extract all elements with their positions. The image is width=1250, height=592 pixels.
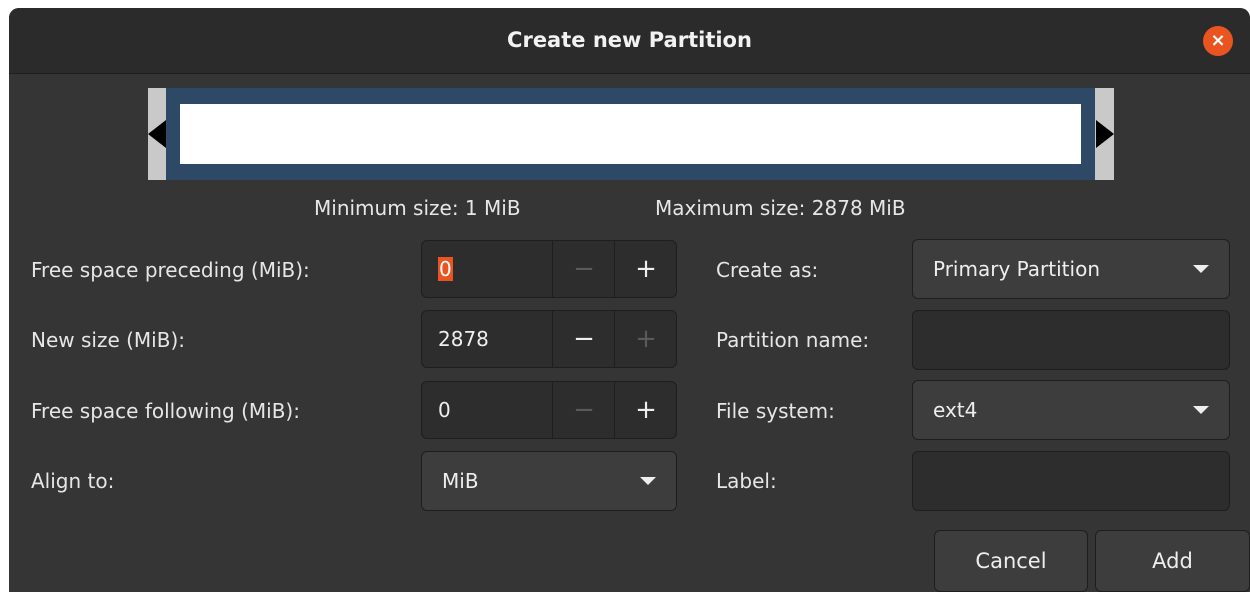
align-to-dropdown[interactable]: MiB	[421, 451, 677, 511]
new-size-spinbox[interactable]: 2878 − +	[421, 310, 677, 368]
partition-name-input[interactable]	[912, 310, 1230, 370]
increment-button[interactable]: +	[614, 382, 676, 438]
create-partition-dialog: Create new Partition × Minimum size: 1 M…	[9, 8, 1250, 592]
decrement-button[interactable]: −	[552, 241, 615, 297]
resize-left-handle-icon[interactable]	[148, 120, 166, 148]
titlebar: Create new Partition ×	[9, 8, 1250, 74]
create-as-dropdown[interactable]: Primary Partition	[912, 239, 1230, 299]
close-icon[interactable]: ×	[1203, 26, 1233, 56]
add-button[interactable]: Add	[1095, 530, 1250, 592]
new-size-value[interactable]: 2878	[438, 327, 489, 351]
chevron-down-icon	[1193, 265, 1209, 273]
free-space-following-spinbox[interactable]: 0 − +	[421, 381, 677, 439]
cancel-button[interactable]: Cancel	[934, 530, 1088, 592]
decrement-button[interactable]: −	[552, 311, 615, 367]
partition-resizer[interactable]	[148, 88, 1114, 180]
free-space-preceding-spinbox[interactable]: 0 − +	[421, 240, 677, 298]
create-as-value: Primary Partition	[933, 257, 1100, 281]
new-size-label: New size (MiB):	[31, 328, 185, 352]
increment-button[interactable]: +	[614, 241, 676, 297]
align-to-label: Align to:	[31, 469, 115, 493]
resize-right-handle-icon[interactable]	[1096, 120, 1114, 148]
file-system-label: File system:	[716, 399, 835, 423]
free-space-following-value[interactable]: 0	[438, 398, 451, 422]
chevron-down-icon	[1193, 406, 1209, 414]
increment-button[interactable]: +	[614, 311, 676, 367]
free-space-preceding-label: Free space preceding (MiB):	[31, 258, 310, 282]
minimum-size-text: Minimum size: 1 MiB	[314, 196, 521, 220]
decrement-button[interactable]: −	[552, 382, 615, 438]
partition-name-label: Partition name:	[716, 328, 870, 352]
free-space-preceding-value[interactable]: 0	[438, 257, 453, 281]
label-input[interactable]	[912, 451, 1230, 511]
align-to-value: MiB	[442, 469, 479, 493]
file-system-value: ext4	[933, 398, 978, 422]
file-system-dropdown[interactable]: ext4	[912, 380, 1230, 440]
label-field-label: Label:	[716, 469, 777, 493]
partition-used-area	[180, 104, 1081, 164]
maximum-size-text: Maximum size: 2878 MiB	[655, 196, 906, 220]
chevron-down-icon	[640, 477, 656, 485]
create-as-label: Create as:	[716, 258, 819, 282]
partition-graphic[interactable]	[166, 88, 1095, 180]
dialog-title: Create new Partition	[507, 28, 752, 52]
free-space-following-label: Free space following (MiB):	[31, 399, 300, 423]
